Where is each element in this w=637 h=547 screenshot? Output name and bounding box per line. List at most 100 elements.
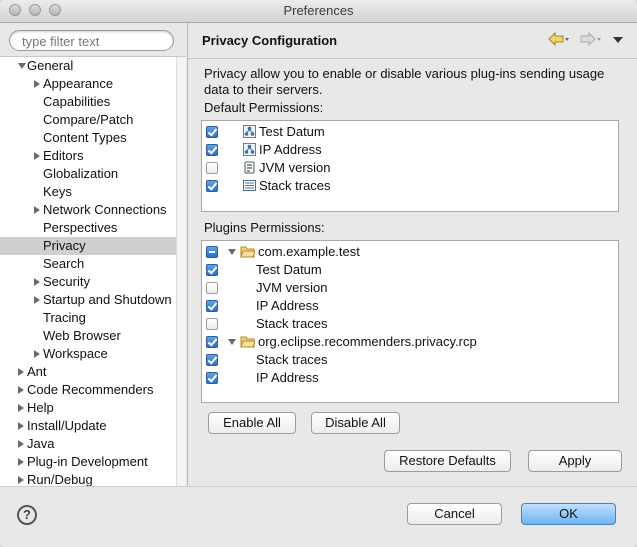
tree-item-workspace[interactable]: Workspace [0, 345, 176, 363]
plugin-permission-row[interactable]: Test Datum [202, 261, 602, 279]
plugin-row[interactable]: org.eclipse.recommenders.privacy.rcp [202, 333, 602, 351]
plugin-permission-row[interactable]: Stack traces [202, 351, 602, 369]
collapsed-triangle-icon[interactable] [34, 278, 40, 286]
tree-item-perspectives[interactable]: Perspectives [0, 219, 176, 237]
permission-checkbox[interactable] [206, 144, 218, 156]
tree-item-content-types[interactable]: Content Types [0, 129, 176, 147]
tree-item-help[interactable]: Help [0, 399, 176, 417]
back-arrow-icon[interactable] [548, 32, 570, 46]
tree-item-startup-and-shutdown[interactable]: Startup and Shutdown [0, 291, 176, 309]
tree-item-install-update[interactable]: Install/Update [0, 417, 176, 435]
plugin-checkbox[interactable] [206, 336, 218, 348]
tree-item-search[interactable]: Search [0, 255, 176, 273]
filter-input[interactable] [20, 33, 164, 50]
tree-scrollbar[interactable] [176, 57, 186, 487]
tree-item-compare-patch[interactable]: Compare/Patch [0, 111, 176, 129]
plugins-permissions-label: Plugins Permissions: [204, 220, 325, 235]
plugin-permission-row[interactable]: IP Address [202, 297, 602, 315]
apply-button[interactable]: Apply [528, 450, 622, 472]
plugin-row[interactable]: com.example.test [202, 243, 602, 261]
jvm-icon [242, 160, 257, 175]
tree-item-label: Workspace [43, 346, 108, 361]
expanded-triangle-icon[interactable] [228, 249, 236, 255]
tree-item-label: Security [43, 274, 90, 289]
default-permission-row[interactable]: Stack traces [202, 177, 602, 195]
tree-item-tracing[interactable]: Tracing [0, 309, 176, 327]
help-icon[interactable]: ? [17, 505, 37, 525]
restore-defaults-button[interactable]: Restore Defaults [384, 450, 511, 472]
tree-item-network-connections[interactable]: Network Connections [0, 201, 176, 219]
disable-all-button[interactable]: Disable All [311, 412, 400, 434]
cancel-button[interactable]: Cancel [407, 503, 502, 525]
title-bar: Preferences [0, 0, 637, 23]
collapsed-triangle-icon[interactable] [34, 80, 40, 88]
tree-item-run-debug[interactable]: Run/Debug [0, 471, 176, 487]
tree-item-general[interactable]: General [0, 57, 176, 75]
tree-item-label: Editors [43, 148, 84, 163]
tree-item-java[interactable]: Java [0, 435, 176, 453]
collapsed-triangle-icon[interactable] [34, 296, 40, 304]
permission-checkbox[interactable] [206, 162, 218, 174]
permission-checkbox[interactable] [206, 300, 218, 312]
tree-item-keys[interactable]: Keys [0, 183, 176, 201]
tree-item-code-recommenders[interactable]: Code Recommenders [0, 381, 176, 399]
plugin-permission-row[interactable]: JVM version [202, 279, 602, 297]
collapsed-triangle-icon[interactable] [18, 422, 24, 430]
permission-checkbox[interactable] [206, 180, 218, 192]
tree-item-capabilities[interactable]: Capabilities [0, 93, 176, 111]
permission-label: Test Datum [256, 262, 322, 277]
expanded-triangle-icon[interactable] [228, 339, 236, 345]
collapsed-triangle-icon[interactable] [34, 350, 40, 358]
collapsed-triangle-icon[interactable] [34, 152, 40, 160]
tree-item-label: Ant [27, 364, 47, 379]
permission-checkbox[interactable] [206, 282, 218, 294]
tree-item-label: Capabilities [43, 94, 111, 109]
view-menu-icon[interactable] [612, 32, 624, 46]
default-permission-row[interactable]: Test Datum [202, 123, 602, 141]
tree-item-security[interactable]: Security [0, 273, 176, 291]
tree-item-label: Startup and Shutdown [43, 292, 172, 307]
tree-item-label: Search [43, 256, 85, 271]
tree-item-label: Appearance [43, 76, 114, 91]
tree-item-label: General [27, 58, 74, 73]
tree-item-ant[interactable]: Ant [0, 363, 176, 381]
permission-checkbox[interactable] [206, 126, 218, 138]
enable-all-button[interactable]: Enable All [208, 412, 296, 434]
plugin-permission-row[interactable]: Stack traces [202, 315, 602, 333]
collapsed-triangle-icon[interactable] [18, 368, 24, 376]
permission-checkbox[interactable] [206, 354, 218, 366]
tree-item-globalization[interactable]: Globalization [0, 165, 176, 183]
folder-icon [240, 334, 256, 349]
tree-item-privacy[interactable]: Privacy [0, 237, 176, 255]
permission-checkbox[interactable] [206, 264, 218, 276]
tree-item-editors[interactable]: Editors [0, 147, 176, 165]
tree-item-label: Keys [43, 184, 72, 199]
collapsed-triangle-icon[interactable] [18, 458, 24, 466]
tree-item-label: Content Types [43, 130, 127, 145]
preference-tree: General Appearance Capabilities Compare/Pat… [0, 56, 186, 487]
collapsed-triangle-icon[interactable] [18, 476, 24, 484]
preferences-window: Preferences General Appearance Capabilitie… [0, 0, 637, 547]
tree-item-label: Web Browser [43, 328, 121, 343]
tree-item-web-browser[interactable]: Web Browser [0, 327, 176, 345]
default-permission-row[interactable]: JVM version [202, 159, 602, 177]
plugin-permission-row[interactable]: IP Address [202, 369, 602, 387]
tree-item-label: Plug-in Development [27, 454, 148, 469]
ok-button[interactable]: OK [521, 503, 616, 525]
datum-icon [242, 124, 257, 139]
dialog-footer: ? Cancel OK [0, 486, 637, 547]
title-separator [188, 58, 637, 59]
collapsed-triangle-icon[interactable] [18, 404, 24, 412]
default-permission-row[interactable]: IP Address [202, 141, 602, 159]
plugin-checkbox[interactable] [206, 246, 218, 258]
collapsed-triangle-icon[interactable] [34, 206, 40, 214]
permission-checkbox[interactable] [206, 372, 218, 384]
forward-arrow-icon[interactable] [580, 32, 602, 46]
collapsed-triangle-icon[interactable] [18, 440, 24, 448]
permission-checkbox[interactable] [206, 318, 218, 330]
filter-field[interactable] [9, 30, 174, 51]
expanded-triangle-icon[interactable] [18, 63, 26, 69]
tree-item-plug-in-development[interactable]: Plug-in Development [0, 453, 176, 471]
collapsed-triangle-icon[interactable] [18, 386, 24, 394]
tree-item-appearance[interactable]: Appearance [0, 75, 176, 93]
